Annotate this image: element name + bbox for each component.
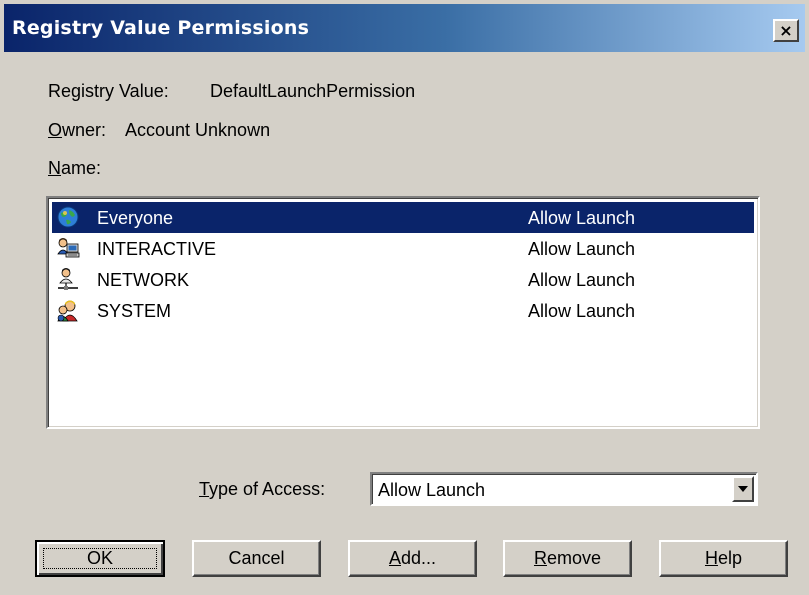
type-of-access-value: Allow Launch <box>378 480 486 500</box>
account-name: NETWORK <box>97 270 189 290</box>
account-access: Allow Launch <box>528 301 636 321</box>
close-button[interactable]: × <box>773 19 799 42</box>
network-user-icon <box>58 268 78 290</box>
account-access: Allow Launch <box>528 270 636 290</box>
accounts-listbox[interactable]: Everyone Allow Launch INTERACTIVE Allow … <box>46 196 760 429</box>
type-of-access-select[interactable]: Allow Launch <box>370 472 758 506</box>
remove-button-label: Remove <box>533 548 602 568</box>
globe-icon <box>57 206 79 228</box>
cancel-button-label: Cancel <box>228 548 285 568</box>
registry-value-text: DefaultLaunchPermission <box>210 81 416 101</box>
cancel-button[interactable]: Cancel <box>192 540 321 577</box>
registry-value-label: Registry Value: <box>48 81 169 101</box>
account-name: INTERACTIVE <box>97 239 217 259</box>
list-item[interactable]: INTERACTIVE Allow Launch <box>52 233 754 264</box>
list-item[interactable]: SYSTEM Allow Launch <box>52 295 754 326</box>
chevron-down-icon[interactable] <box>732 476 754 502</box>
help-button[interactable]: Help <box>659 540 788 577</box>
remove-button[interactable]: Remove <box>503 540 632 577</box>
help-button-label: Help <box>704 548 743 568</box>
owner-label: Owner: <box>48 120 107 140</box>
list-item[interactable]: Everyone Allow Launch <box>52 202 754 233</box>
list-item[interactable]: NETWORK Allow Launch <box>52 264 754 295</box>
close-icon: × <box>779 20 793 40</box>
add-button-label: Add... <box>388 548 437 568</box>
type-of-access-label: Type of Access: <box>199 479 326 499</box>
title-bar[interactable]: Registry Value Permissions × <box>4 4 805 52</box>
window-title: Registry Value Permissions <box>12 17 310 39</box>
account-access: Allow Launch <box>528 208 636 228</box>
account-access: Allow Launch <box>528 239 636 259</box>
ok-button-label: OK <box>86 548 113 568</box>
registry-value-permissions-dialog: Registry Value Permissions × Registry Va… <box>0 0 809 595</box>
ok-button[interactable]: OK <box>35 540 165 577</box>
interactive-users-icon <box>57 238 80 258</box>
system-users-icon <box>57 300 78 322</box>
account-name: Everyone <box>97 208 174 228</box>
owner-value: Account Unknown <box>125 120 271 140</box>
name-label: Name: <box>48 158 102 178</box>
add-button[interactable]: Add... <box>348 540 477 577</box>
account-name: SYSTEM <box>97 301 172 321</box>
